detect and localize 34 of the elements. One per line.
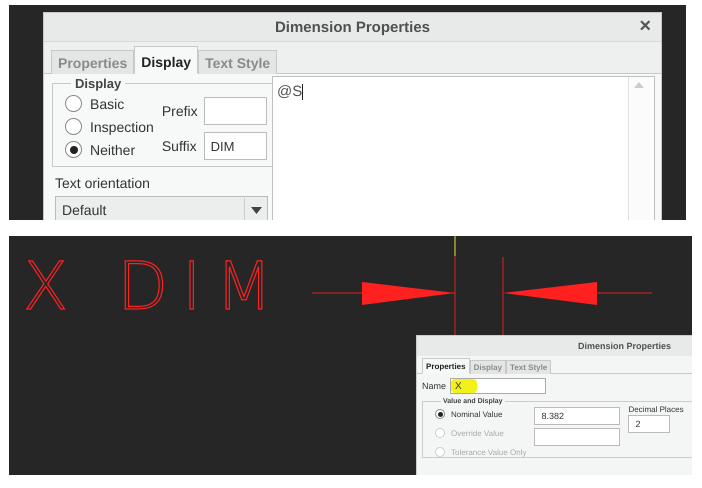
radio-label: Override Value — [451, 428, 504, 438]
radio-button[interactable] — [65, 95, 82, 112]
group-title: Display — [74, 76, 122, 91]
scrollbar[interactable] — [628, 77, 650, 220]
field-label: Prefix — [162, 103, 198, 119]
radio-label: Basic — [90, 96, 124, 112]
window-title: Dimension Properties — [578, 341, 671, 351]
tab[interactable]: Properties — [422, 358, 470, 374]
field-label: Text orientation — [55, 175, 151, 191]
nominal-value-field[interactable]: 8.382 — [534, 407, 620, 425]
close-button[interactable]: × — [637, 16, 653, 36]
tab[interactable]: Display — [134, 46, 198, 74]
radio-label: Neither — [90, 142, 136, 158]
window-title: Dimension Properties — [274, 18, 430, 36]
field-value: X — [455, 380, 462, 392]
radio-label: Inspection — [90, 118, 154, 134]
radio-button[interactable] — [435, 409, 445, 419]
radio-button[interactable] — [65, 141, 82, 158]
radio-button[interactable] — [65, 118, 82, 135]
text-value: @S — [276, 82, 304, 102]
radio-label: Tolerance Value Only — [451, 448, 526, 456]
override-value-field[interactable] — [534, 428, 620, 446]
field-label: Suffix — [162, 138, 198, 154]
field-label: Decimal Places — [628, 405, 684, 414]
dimension-text: X DIM — [23, 254, 286, 320]
field-label: Name — [422, 381, 446, 391]
radio-label: Nominal Value — [451, 410, 502, 418]
prefix-field[interactable] — [204, 97, 267, 125]
decimal-places-field[interactable]: 2 — [628, 415, 670, 433]
name-field[interactable]: X — [450, 378, 546, 394]
text-area[interactable]: @S — [272, 76, 655, 220]
suffix-field[interactable]: DIM — [204, 132, 267, 160]
orientation-dropdown[interactable]: Default — [55, 196, 268, 220]
caret-icon — [250, 206, 262, 214]
